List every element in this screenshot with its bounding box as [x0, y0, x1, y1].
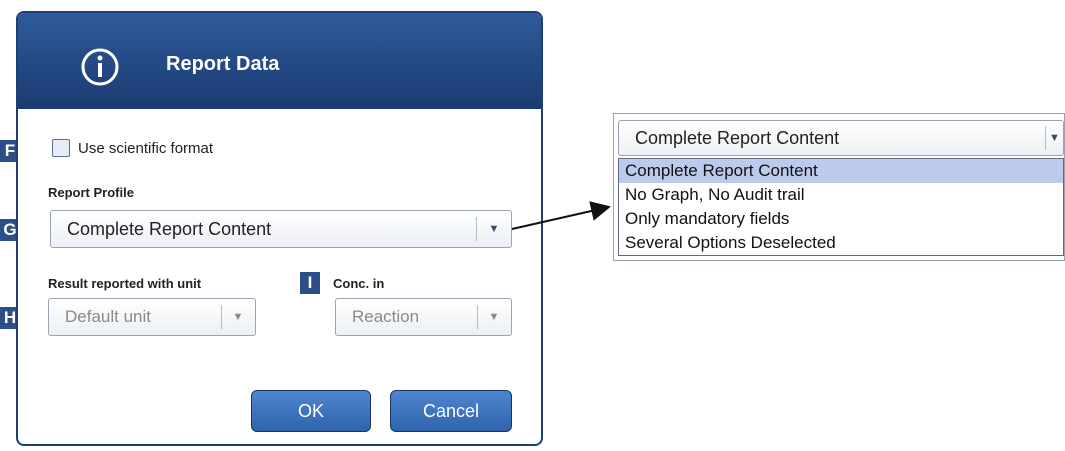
dropdown-options-list: Complete Report Content No Graph, No Aud…: [618, 158, 1064, 256]
dropdown-option[interactable]: No Graph, No Audit trail: [619, 183, 1063, 207]
dropdown-option[interactable]: Only mandatory fields: [619, 207, 1063, 231]
expanded-dropdown-select[interactable]: Complete Report Content ▼: [618, 120, 1064, 156]
dropdown-option[interactable]: Complete Report Content: [619, 159, 1063, 183]
select-separator: [1045, 126, 1046, 150]
expanded-dropdown-panel: Complete Report Content ▼ Complete Repor…: [613, 113, 1065, 261]
chevron-down-icon[interactable]: ▼: [1049, 121, 1065, 155]
dropdown-option[interactable]: Several Options Deselected: [619, 231, 1063, 255]
expanded-dropdown-value: Complete Report Content: [635, 127, 840, 148]
